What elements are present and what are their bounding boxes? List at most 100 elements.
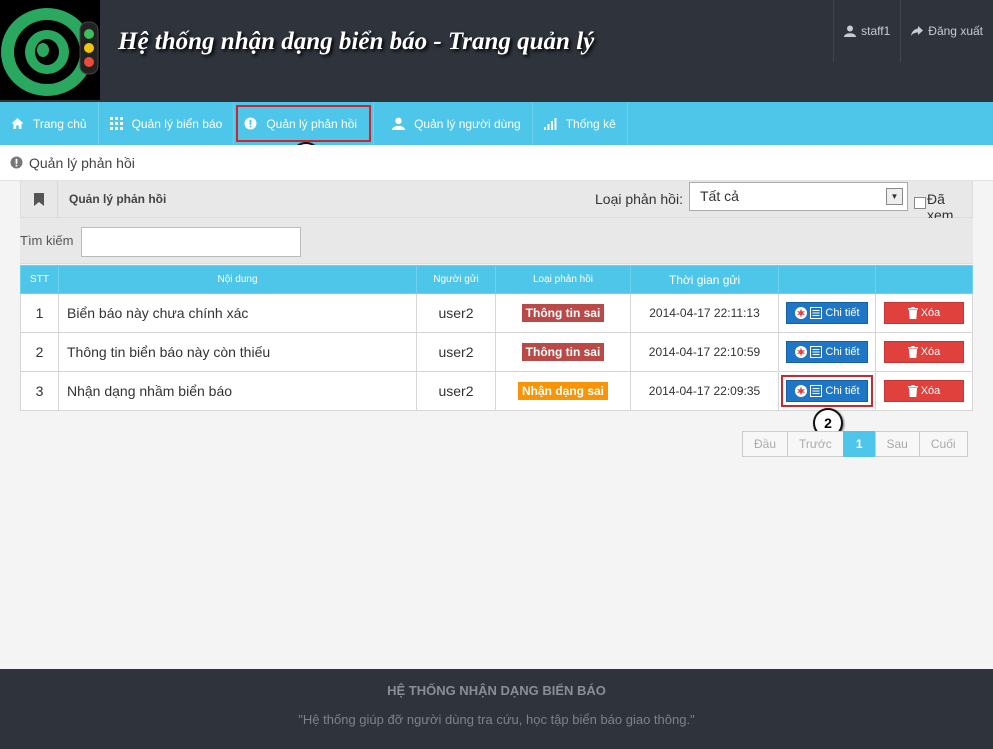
nav-home[interactable]: Trang chủ <box>0 102 99 145</box>
new-star-icon <box>795 307 808 319</box>
user-menu[interactable]: staff1 <box>833 0 900 62</box>
feedback-type-badge: Nhận dạng sai <box>517 382 608 400</box>
cell-detail: Chi tiết <box>778 293 876 333</box>
pagination: Đầu Trước 1 Sau Cuối <box>742 431 968 457</box>
cell-sender: user2 <box>416 332 496 372</box>
trash-icon <box>907 346 918 358</box>
list-icon <box>810 307 823 319</box>
page-last-button[interactable]: Cuối <box>918 431 968 457</box>
table-row: 1 Biển báo này chưa chính xác user2 Thôn… <box>20 293 973 333</box>
footer-subtitle: "Hệ thống giúp đỡ người dùng tra cứu, họ… <box>298 712 695 727</box>
table-header-row: STT Nội dung Người gửi Loại phản hồi Thờ… <box>20 265 973 294</box>
header: Hệ thống nhận dạng biển báo - Trang quản… <box>0 0 993 102</box>
panel-header: Quản lý phản hồi Loại phản hồi: Tất cả ▼… <box>20 181 973 223</box>
detail-label: Chi tiết <box>825 307 860 319</box>
cell-content: Nhận dạng nhầm biển báo <box>58 371 417 411</box>
site-title: Hệ thống nhận dạng biển báo - Trang quản… <box>118 28 595 55</box>
cell-detail: Chi tiết <box>778 332 876 372</box>
panel-title: Quản lý phản hồi <box>69 192 167 206</box>
new-star-icon <box>795 385 808 397</box>
page-prev-button[interactable]: Trước <box>787 431 844 457</box>
user-icon <box>844 25 857 37</box>
cell-time: 2014-04-17 22:11:13 <box>630 293 779 333</box>
logout-label: Đăng xuất <box>928 24 983 38</box>
nav-user-management[interactable]: Quản lý người dùng <box>374 102 533 145</box>
exclamation-circle-icon <box>244 117 257 130</box>
trash-icon <box>907 307 918 319</box>
page-first-button[interactable]: Đầu <box>742 431 789 457</box>
viewed-checkbox[interactable] <box>914 197 926 209</box>
feedback-table: STT Nội dung Người gửi Loại phản hồi Thờ… <box>20 265 973 411</box>
delete-button[interactable]: Xóa <box>884 380 964 402</box>
cell-sender: user2 <box>416 293 496 333</box>
column-header-type: Loại phản hồi <box>495 265 631 294</box>
cell-detail: Chi tiết <box>778 371 876 411</box>
delete-label: Xóa <box>920 346 941 358</box>
column-header-time: Thời gian gửi <box>630 265 779 294</box>
delete-label: Xóa <box>920 307 941 319</box>
column-header-stt: STT <box>20 265 59 294</box>
feedback-type-select[interactable]: Tất cả ▼ <box>689 182 908 211</box>
detail-label: Chi tiết <box>825 385 860 397</box>
cell-sender: user2 <box>416 371 496 411</box>
cell-delete: Xóa <box>875 332 973 372</box>
delete-button[interactable]: Xóa <box>884 341 964 363</box>
nav-label: Quản lý biển báo <box>131 116 223 131</box>
table-row: 2 Thông tin biển báo này còn thiếu user2… <box>20 332 973 372</box>
cell-delete: Xóa <box>875 371 973 411</box>
search-label: Tìm kiếm <box>20 233 74 248</box>
exclamation-circle-icon <box>10 156 23 169</box>
cell-time: 2014-04-17 22:09:35 <box>630 371 779 411</box>
logout-link[interactable]: Đăng xuất <box>900 0 993 62</box>
cell-stt: 1 <box>20 293 59 333</box>
cell-delete: Xóa <box>875 293 973 333</box>
feedback-type-badge: Thông tin sai <box>521 343 605 361</box>
logo <box>0 0 100 100</box>
column-header-detail <box>778 265 876 294</box>
cell-stt: 2 <box>20 332 59 372</box>
dropdown-arrow-icon[interactable]: ▼ <box>886 188 903 205</box>
detail-label: Chi tiết <box>825 346 860 358</box>
delete-button[interactable]: Xóa <box>884 302 964 324</box>
footer-title: HỆ THỐNG NHẬN DẠNG BIỂN BÁO <box>387 683 606 698</box>
cell-content: Biển báo này chưa chính xác <box>58 293 417 333</box>
nav-label: Quản lý người dùng <box>414 116 521 131</box>
bar-chart-icon <box>543 118 557 130</box>
new-star-icon <box>795 346 808 358</box>
cell-type: Nhận dạng sai <box>495 371 631 411</box>
user-icon <box>392 117 406 130</box>
page-next-button[interactable]: Sau <box>874 431 920 457</box>
nav-label: Thống kê <box>565 116 616 131</box>
detail-button[interactable]: Chi tiết <box>786 341 868 363</box>
home-icon <box>11 118 24 129</box>
column-header-sender: Người gửi <box>416 265 496 294</box>
breadcrumb-label: Quản lý phản hồi <box>29 154 135 171</box>
search-bar: Tìm kiếm <box>20 218 973 264</box>
trash-icon <box>907 385 918 397</box>
list-icon <box>810 346 823 358</box>
page-current-button[interactable]: 1 <box>842 431 876 457</box>
main-nav: Trang chủ Quản lý biển báo Quản lý phản … <box>0 102 993 145</box>
username: staff1 <box>861 24 891 38</box>
cell-content: Thông tin biển báo này còn thiếu <box>58 332 417 372</box>
detail-button[interactable]: Chi tiết <box>781 375 873 407</box>
search-input[interactable] <box>81 227 301 257</box>
column-header-delete <box>875 265 973 294</box>
nav-statistics[interactable]: Thống kê <box>533 102 628 145</box>
cell-type: Thông tin sai <box>495 332 631 372</box>
table-row: 3 Nhận dạng nhầm biển báo user2 Nhận dạn… <box>20 371 973 411</box>
column-header-content: Nội dung <box>58 265 417 294</box>
bookmark-icon <box>21 181 58 217</box>
nav-label: Trang chủ <box>33 116 87 131</box>
feedback-type-badge: Thông tin sai <box>521 304 605 322</box>
cell-time: 2014-04-17 22:10:59 <box>630 332 779 372</box>
feedback-type-label: Loại phản hồi: <box>595 191 683 207</box>
list-icon <box>810 385 823 397</box>
detail-button[interactable]: Chi tiết <box>786 302 868 324</box>
grid-icon <box>109 117 123 130</box>
footer: HỆ THỐNG NHẬN DẠNG BIỂN BÁO "Hệ thống gi… <box>0 669 993 749</box>
nav-feedback-management[interactable]: Quản lý phản hồi <box>234 102 375 145</box>
nav-sign-management[interactable]: Quản lý biển báo <box>99 102 235 145</box>
breadcrumb: Quản lý phản hồi <box>0 145 993 181</box>
share-arrow-icon <box>911 26 924 36</box>
